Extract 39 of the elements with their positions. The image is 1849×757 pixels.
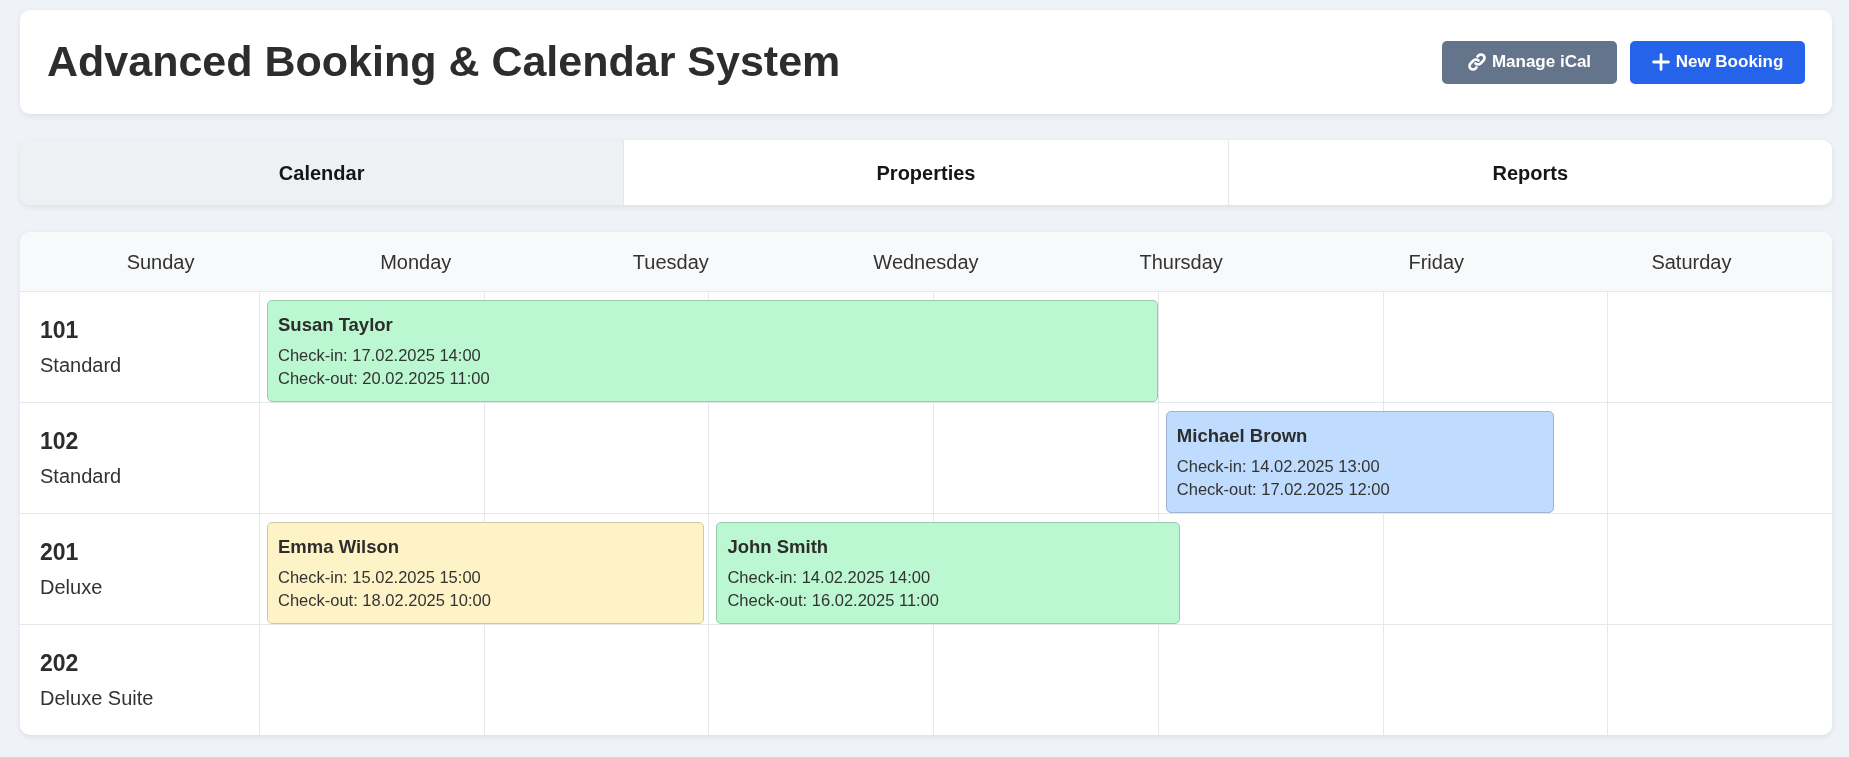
room-number: 201 xyxy=(40,539,79,567)
tab[interactable]: Properties xyxy=(624,140,1229,205)
room-type: Deluxe Suite xyxy=(40,685,154,710)
guest-name: Michael Brown xyxy=(1176,424,1308,448)
room-number: 101 xyxy=(40,317,79,345)
weekday-label: Saturday xyxy=(1651,249,1732,275)
booking-card[interactable]: Susan Taylor Check-in: 17.02.2025 14:00 Check-out: 20.02.2025 11:00 xyxy=(267,300,1158,402)
guest-name: Susan Taylor xyxy=(278,313,393,337)
weekday-label: Tuesday xyxy=(632,249,709,275)
weekday-label: Friday xyxy=(1408,249,1465,275)
tab[interactable]: Reports xyxy=(1228,140,1832,205)
check-in-time: Check-in: 14.02.2025 14:00 xyxy=(727,567,931,588)
check-in-time: Check-in: 15.02.2025 15:00 xyxy=(278,567,481,588)
room-number: 102 xyxy=(40,428,79,456)
weekday-label: Monday xyxy=(380,249,452,275)
weekday-label: Wednesday xyxy=(873,249,979,275)
weekday-label: Thursday xyxy=(1139,249,1223,275)
room-type: Standard xyxy=(40,352,122,377)
link-icon xyxy=(1467,53,1486,71)
manage-ical-button[interactable]: Manage iCal xyxy=(1442,40,1617,84)
check-out-time: Check-out: 16.02.2025 11:00 xyxy=(727,590,940,611)
tab[interactable]: Calendar xyxy=(20,140,625,205)
check-out-time: Check-out: 17.02.2025 12:00 xyxy=(1176,479,1390,500)
check-in-time: Check-in: 17.02.2025 14:00 xyxy=(278,345,481,366)
room-type: Standard xyxy=(40,463,122,488)
check-out-time: Check-out: 18.02.2025 10:00 xyxy=(278,590,491,611)
check-in-time: Check-in: 14.02.2025 13:00 xyxy=(1176,456,1380,477)
page-title: Advanced Booking & Calendar System xyxy=(47,36,841,88)
weekday-label: Sunday xyxy=(126,249,195,275)
plus-icon xyxy=(1651,53,1670,71)
booking-card[interactable]: John Smith Check-in: 14.02.2025 14:00 Check-out: 16.02.2025 11:00 xyxy=(716,522,1180,624)
guest-name: Emma Wilson xyxy=(278,535,400,559)
room-type: Deluxe xyxy=(40,574,103,599)
guest-name: John Smith xyxy=(727,535,829,559)
booking-card[interactable]: Michael Brown Check-in: 14.02.2025 13:00 Check-out: 17.02.2025 12:00 xyxy=(1165,411,1555,513)
booking-card[interactable]: Emma Wilson Check-in: 15.02.2025 15:00 Check-out: 18.02.2025 10:00 xyxy=(267,522,704,624)
new-booking-button[interactable]: New Booking xyxy=(1630,40,1805,84)
room-number: 202 xyxy=(40,650,79,678)
check-out-time: Check-out: 20.02.2025 11:00 xyxy=(278,368,490,389)
